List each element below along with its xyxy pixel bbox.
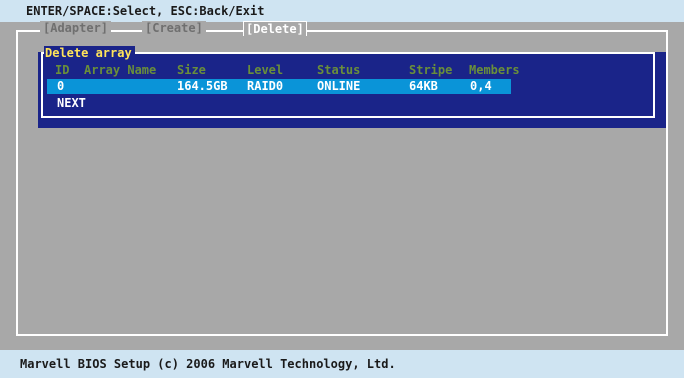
cell-size: 164.5GB	[177, 79, 228, 93]
cell-level: RAID0	[247, 79, 284, 93]
column-header-size: Size	[177, 63, 206, 77]
footer-bar: Marvell BIOS Setup (c) 2006 Marvell Tech…	[0, 350, 684, 378]
column-header-array-name: Array Name	[84, 63, 157, 77]
key-hint-text: ENTER/SPACE:Select, ESC:Back/Exit	[26, 4, 265, 18]
delete-array-title: Delete array	[44, 46, 135, 60]
column-header-stripe: Stripe	[409, 63, 453, 77]
column-header-id: ID	[55, 63, 70, 77]
cell-members: 0,4	[470, 79, 492, 93]
delete-array-box: Delete array ID Array Name Size Level St…	[41, 46, 655, 118]
column-header-level: Level	[247, 63, 284, 77]
bios-screen: ENTER/SPACE:Select, ESC:Back/Exit [Adapt…	[0, 0, 684, 378]
delete-array-panel: Delete array ID Array Name Size Level St…	[38, 46, 666, 128]
cell-status: ONLINE	[317, 79, 361, 93]
column-header-members: Members	[469, 63, 520, 77]
copyright-text: Marvell BIOS Setup (c) 2006 Marvell Tech…	[20, 357, 396, 371]
next-option[interactable]: NEXT	[57, 96, 86, 110]
column-header-status: Status	[317, 63, 361, 77]
tab-adapter[interactable]: [Adapter]	[40, 21, 112, 35]
key-hint-bar: ENTER/SPACE:Select, ESC:Back/Exit	[0, 0, 684, 22]
cell-id: 0	[57, 79, 65, 93]
tab-create[interactable]: [Create]	[142, 21, 206, 35]
tab-delete[interactable]: [Delete]	[243, 21, 307, 36]
cell-stripe: 64KB	[409, 79, 438, 93]
